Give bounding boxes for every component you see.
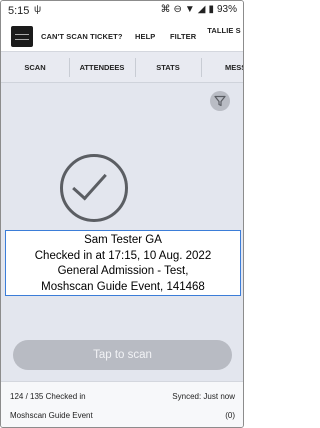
- scan-panel: Sam Tester GA Checked in at 17:15, 10 Au…: [1, 83, 243, 381]
- footer-bar: 124 / 135 Checked in Synced: Just now Mo…: [1, 381, 243, 427]
- check-stroke: [72, 164, 107, 201]
- signal-icon: ◢: [197, 4, 206, 15]
- wifi-icon: ▼: [184, 4, 195, 15]
- filter-button[interactable]: FILTER: [170, 32, 196, 41]
- attendee-name: Sam Tester GA: [84, 234, 162, 246]
- tab-bar: SCAN ATTENDEES STATS MESSA: [1, 51, 243, 83]
- battery-level: 93%: [216, 4, 237, 15]
- tab-messages[interactable]: MESSA: [201, 52, 243, 83]
- battery-icon: ▮: [208, 4, 214, 15]
- help-button[interactable]: HELP: [135, 32, 155, 41]
- tallies-button[interactable]: TALLIE S: [207, 26, 241, 35]
- status-icons: ⌘ ⊖ ▼ ◢ ▮ 93%: [160, 4, 237, 15]
- filter-icon[interactable]: [210, 91, 230, 111]
- tap-to-scan-button[interactable]: Tap to scan: [13, 340, 232, 370]
- checked-in-count: 124 / 135 Checked in: [10, 392, 86, 401]
- checked-in-time: Checked in at 17:15, 10 Aug. 2022: [34, 249, 212, 262]
- event-name: Moshscan Guide Event: [10, 411, 93, 420]
- funnel-icon: [214, 95, 226, 107]
- event-and-id: Moshscan Guide Event, 141468: [41, 280, 205, 293]
- cant-scan-ticket-button[interactable]: CAN'T SCAN TICKET?: [41, 32, 123, 41]
- ticket-type: General Admission - Test,: [57, 265, 189, 277]
- tab-stats[interactable]: STATS: [135, 52, 201, 83]
- checkmark-icon: [60, 154, 128, 222]
- status-time: 5:15: [8, 5, 30, 17]
- usb-icon: ψ: [34, 4, 42, 15]
- sync-status: Synced: Just now: [172, 392, 235, 401]
- scan-result-card: Sam Tester GA Checked in at 17:15, 10 Au…: [5, 230, 241, 296]
- top-app-bar: CAN'T SCAN TICKET? HELP FILTER TALLIE S: [1, 21, 243, 51]
- nfc-icon: ⌘: [160, 4, 171, 15]
- tab-attendees[interactable]: ATTENDEES: [69, 52, 135, 83]
- pending-count: (0): [225, 411, 235, 420]
- status-bar: 5:15 ψ ⌘ ⊖ ▼ ◢ ▮ 93%: [1, 1, 243, 21]
- app-screen: 5:15 ψ ⌘ ⊖ ▼ ◢ ▮ 93% CAN'T SCAN TICKET? …: [0, 0, 244, 428]
- do-not-disturb-icon: ⊖: [173, 4, 182, 15]
- app-logo: [11, 25, 33, 47]
- tab-scan[interactable]: SCAN: [1, 52, 69, 83]
